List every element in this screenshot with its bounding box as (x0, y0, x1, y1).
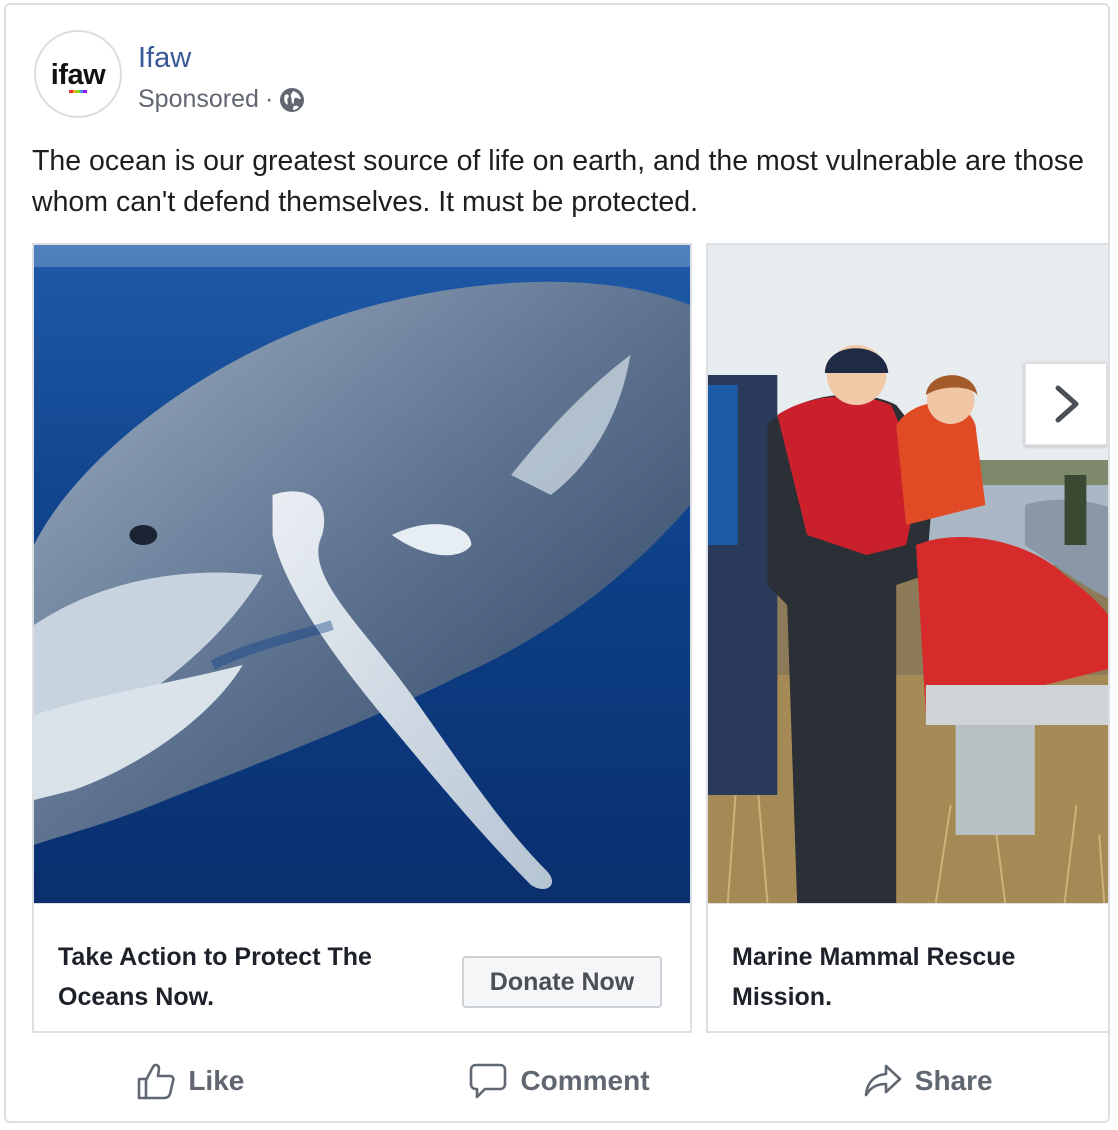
carousel-card[interactable]: Take Action to Protect The Oceans Now. D… (32, 243, 692, 1033)
post-action-bar: Like Comment Share (6, 1045, 1108, 1117)
thumbs-up-icon (138, 1063, 175, 1100)
whale-image[interactable] (34, 245, 690, 903)
globe-icon[interactable] (279, 87, 305, 113)
card-footer: Take Action to Protect The Oceans Now. D… (34, 903, 690, 1031)
meta-separator: · (264, 85, 274, 113)
rescue-image[interactable] (708, 245, 1108, 903)
page-avatar[interactable]: ifaw (34, 30, 122, 118)
card-footer: Marine Mammal Rescue Mission. (708, 903, 1108, 1031)
sponsored-label[interactable]: Sponsored (138, 85, 259, 114)
post-meta: Sponsored · (138, 85, 305, 114)
comment-icon (470, 1063, 507, 1099)
sponsored-post: ifaw Ifaw Sponsored · The ocean is our g… (4, 3, 1110, 1123)
like-label: Like (188, 1065, 245, 1096)
like-button[interactable]: Like (6, 1045, 375, 1117)
avatar-logo-text: ifaw (50, 59, 106, 91)
page-name-link[interactable]: Ifaw (138, 42, 191, 75)
carousel-next-button[interactable] (1024, 362, 1108, 446)
card-headline[interactable]: Take Action to Protect The Oceans Now. (58, 937, 438, 1017)
logo-color-stripe (69, 90, 87, 93)
card-headline[interactable]: Marine Mammal Rescue Mission. (732, 937, 1092, 1017)
post-message: The ocean is our greatest source of life… (32, 145, 1084, 218)
chevron-right-icon (1055, 385, 1079, 423)
ad-carousel: Take Action to Protect The Oceans Now. D… (32, 243, 1108, 1033)
donate-now-button[interactable]: Donate Now (462, 956, 662, 1008)
share-label: Share (914, 1065, 993, 1096)
comment-label: Comment (520, 1065, 650, 1096)
comment-button[interactable]: Comment (375, 1045, 744, 1117)
share-icon (864, 1064, 902, 1097)
share-button[interactable]: Share (743, 1045, 1108, 1117)
